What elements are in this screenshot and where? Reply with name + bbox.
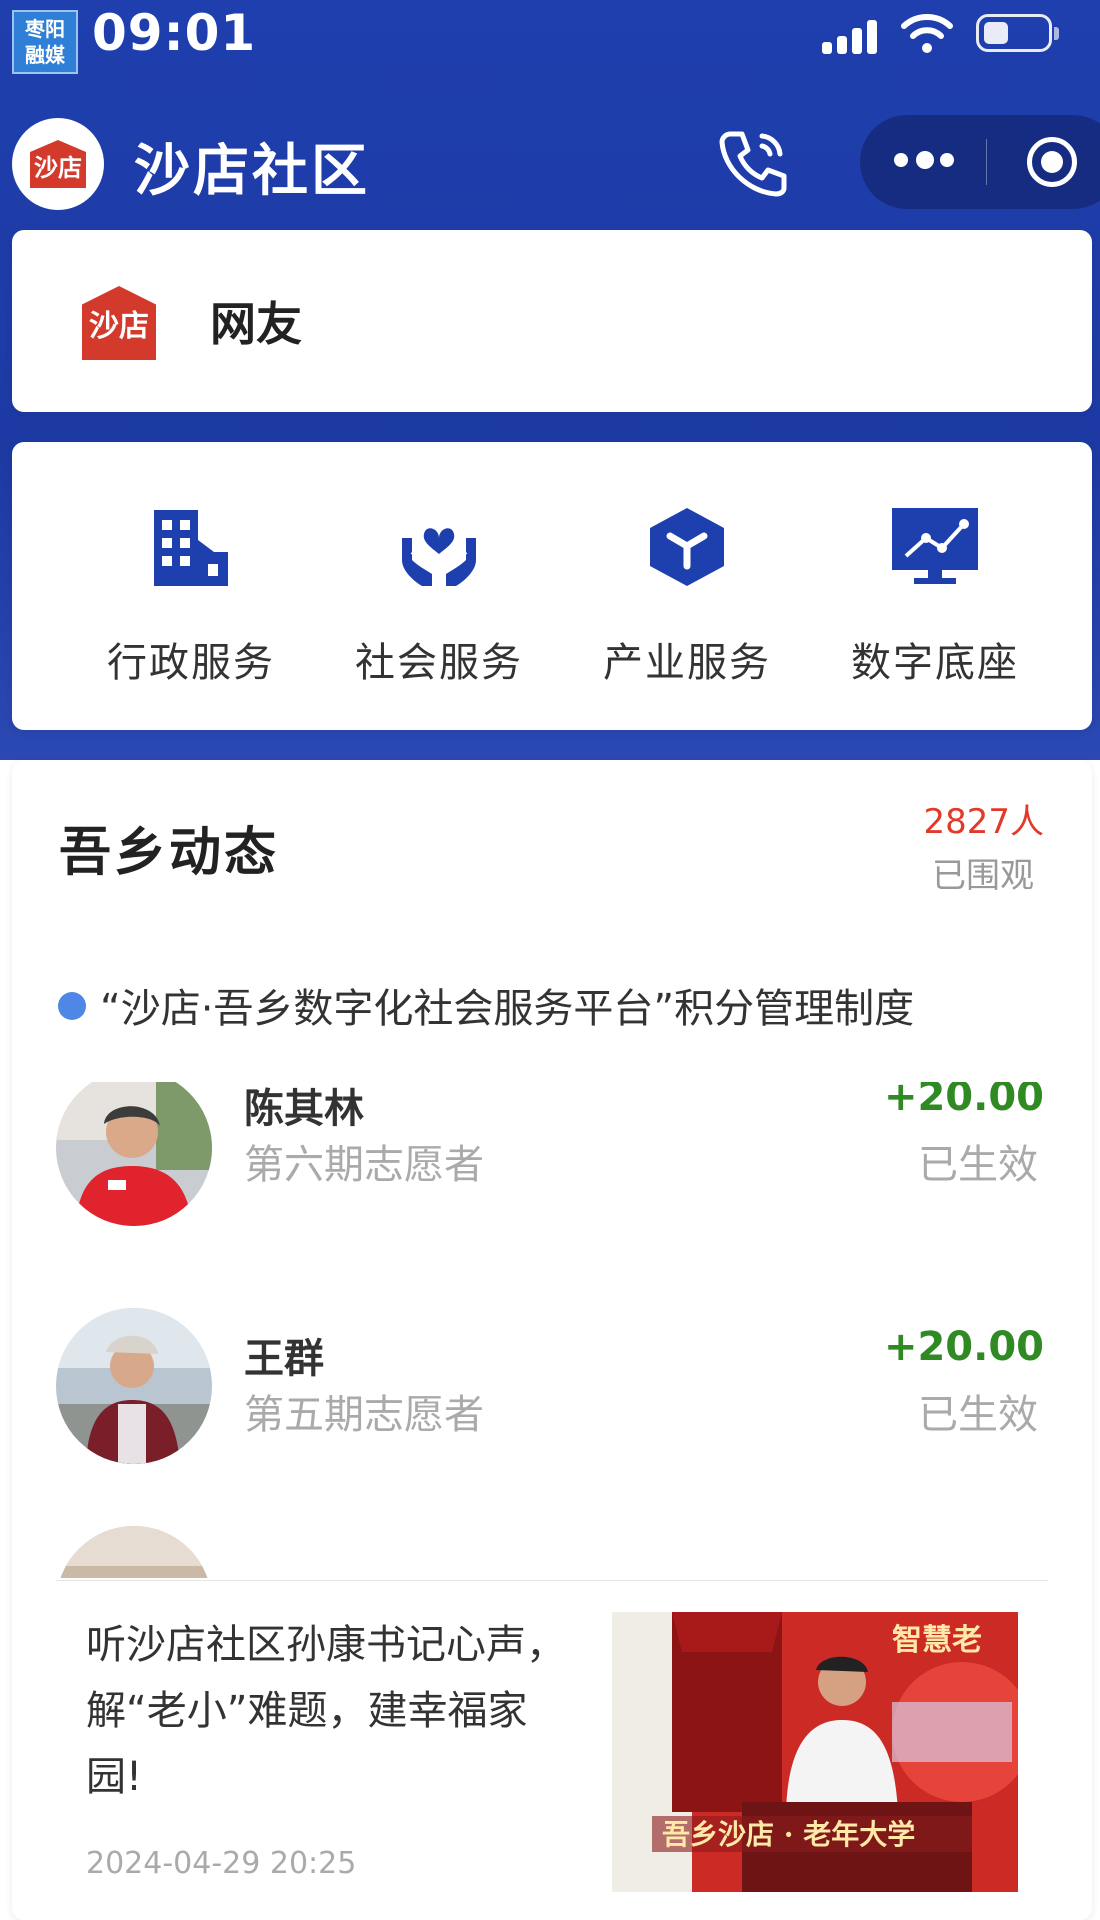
app-logo[interactable]: 沙店 bbox=[12, 118, 104, 210]
notice-link[interactable]: “沙店·吾乡数字化社会服务平台”积分管理制度 bbox=[100, 976, 914, 1034]
building-icon bbox=[154, 510, 228, 586]
wifi-icon bbox=[901, 14, 953, 53]
volunteer-points-list[interactable]: 陈其林 第六期志愿者 +20.00 已生效 bbox=[12, 1082, 1092, 1312]
avatar bbox=[56, 1308, 212, 1464]
list-item[interactable] bbox=[12, 1526, 1092, 1578]
cube-icon bbox=[650, 508, 724, 586]
service-social[interactable]: 社会服务 bbox=[314, 442, 564, 730]
volunteer-name: 陈其林 bbox=[244, 1086, 364, 1132]
user-avatar: 沙店 bbox=[82, 286, 162, 360]
views-count: 2827人 bbox=[923, 802, 1044, 842]
services-grid: 行政服务 社会服务 产业服务 数字底座 bbox=[12, 442, 1092, 730]
phone-call-icon[interactable] bbox=[712, 122, 794, 204]
list-item[interactable]: 陈其林 第六期志愿者 +20.00 已生效 bbox=[12, 1082, 1092, 1230]
media-logo: 枣阳 融媒 bbox=[12, 10, 78, 74]
service-digital-base[interactable]: 数字底座 bbox=[810, 442, 1060, 730]
user-card[interactable]: 沙店 网友 bbox=[12, 230, 1092, 412]
more-menu-icon[interactable] bbox=[894, 149, 954, 173]
notice-bullet-icon bbox=[58, 992, 86, 1020]
volunteer-role: 第六期志愿者 bbox=[244, 1142, 484, 1188]
battery-icon bbox=[976, 14, 1059, 52]
thumbnail-top-text: 智慧老 bbox=[892, 1623, 982, 1658]
miniprogram-capsule bbox=[860, 115, 1100, 209]
status-time: 09:01 bbox=[92, 4, 257, 62]
monitor-chart-icon bbox=[892, 508, 978, 584]
service-label: 数字底座 bbox=[851, 640, 1019, 686]
signal-icon bbox=[822, 18, 882, 54]
news-section: 吾乡动态 2827人 已围观 “沙店·吾乡数字化社会服务平台”积分管理制度 陈其… bbox=[12, 760, 1092, 1920]
avatar bbox=[56, 1526, 212, 1578]
volunteer-points: +20.00 bbox=[883, 1082, 1044, 1120]
volunteer-points-list-continued[interactable]: 王群 第五期志愿者 +20.00 已生效 bbox=[12, 1308, 1092, 1578]
care-heart-icon bbox=[402, 528, 476, 586]
article-title[interactable]: 听沙店社区孙康书记心声，解“老小”难题，建幸福家园! bbox=[86, 1612, 566, 1810]
page-title: 沙店社区 bbox=[134, 139, 370, 204]
shadian-logo-icon: 沙店 bbox=[30, 140, 86, 188]
capsule-divider bbox=[986, 139, 987, 185]
views-label: 已围观 bbox=[932, 856, 1034, 896]
volunteer-status: 已生效 bbox=[918, 1142, 1038, 1188]
service-administrative[interactable]: 行政服务 bbox=[66, 442, 316, 730]
article-time: 2024-04-29 20:25 bbox=[86, 1846, 357, 1881]
volunteer-points: +20.00 bbox=[883, 1324, 1044, 1370]
section-divider bbox=[56, 1580, 1048, 1581]
media-logo-line1: 枣阳 bbox=[25, 17, 65, 41]
thumbnail-banner-text: 吾乡沙店 · 老年大学 bbox=[662, 1818, 915, 1851]
status-bar: 枣阳 融媒 09:01 bbox=[0, 0, 1100, 80]
app-header: 沙店 沙店社区 bbox=[0, 100, 1100, 220]
avatar bbox=[56, 1082, 212, 1226]
media-logo-line2: 融媒 bbox=[25, 43, 65, 67]
service-label: 产业服务 bbox=[603, 640, 771, 686]
shadian-logo-icon: 沙店 bbox=[82, 286, 156, 360]
volunteer-status: 已生效 bbox=[918, 1392, 1038, 1438]
service-industry[interactable]: 产业服务 bbox=[562, 442, 812, 730]
volunteer-name: 王群 bbox=[244, 1336, 324, 1382]
service-label: 社会服务 bbox=[355, 640, 523, 686]
service-label: 行政服务 bbox=[107, 640, 275, 686]
volunteer-role: 第五期志愿者 bbox=[244, 1392, 484, 1438]
user-name: 网友 bbox=[210, 297, 302, 351]
article-thumbnail[interactable]: 吾乡沙店 · 老年大学 智慧老 bbox=[612, 1612, 1018, 1892]
close-miniprogram-icon[interactable] bbox=[1027, 137, 1077, 187]
list-item[interactable]: 王群 第五期志愿者 +20.00 已生效 bbox=[12, 1308, 1092, 1468]
news-section-title: 吾乡动态 bbox=[59, 823, 280, 883]
